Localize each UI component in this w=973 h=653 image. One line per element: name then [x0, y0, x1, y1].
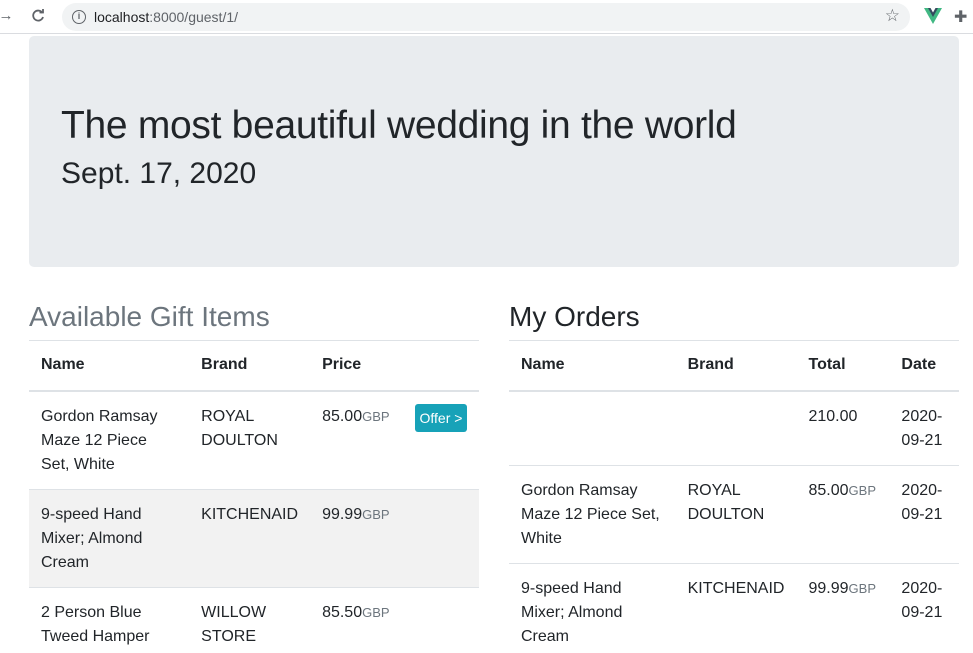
- table-row: 2 Person Blue Tweed Hamper WILLOW STORE …: [29, 586, 479, 653]
- my-orders-table: Name Brand Total Date 210.00 2020-09-21 …: [509, 340, 959, 653]
- price-value: 99.99: [322, 505, 363, 523]
- table-row: 210.00 2020-09-21: [509, 390, 959, 465]
- order-name: Gordon Ramsay Maze 12 Piece Set, White: [509, 464, 676, 563]
- order-brand: KITCHENAID: [675, 562, 797, 653]
- table-row: 9-speed Hand Mixer; Almond Cream KITCHEN…: [509, 562, 959, 653]
- gift-action: [402, 586, 479, 653]
- url-path: :8000/guest/1/: [149, 9, 239, 25]
- gift-name: Gordon Ramsay Maze 12 Piece Set, White: [29, 390, 190, 489]
- my-orders-heading: My Orders: [509, 301, 640, 332]
- gift-price: 85.50GBP: [310, 586, 403, 653]
- order-name: 9-speed Hand Mixer; Almond Cream: [509, 562, 676, 653]
- gift-name: 2 Person Blue Tweed Hamper: [29, 586, 190, 653]
- reload-icon[interactable]: [28, 6, 48, 26]
- order-total: 99.99GBP: [796, 562, 890, 653]
- order-date: 2020-09-21: [889, 390, 959, 465]
- column-header-name: Name: [29, 340, 190, 392]
- column-header-name: Name: [509, 340, 676, 392]
- column-header-price: Price: [310, 340, 403, 392]
- extensions-puzzle-icon[interactable]: ✚: [954, 7, 967, 27]
- order-brand: ROYAL DOULTON: [675, 464, 797, 563]
- my-orders-section: My Orders Name Brand Total Date 210.00 2…: [509, 298, 959, 653]
- back-arrow-icon[interactable]: →: [0, 6, 16, 26]
- table-header-row: Name Brand Total Date: [509, 340, 959, 392]
- currency-label: GBP: [362, 604, 390, 620]
- table-header-row: Name Brand Price: [29, 340, 479, 392]
- price-value: 85.00: [322, 407, 363, 425]
- gift-items-table: Name Brand Price Gordon Ramsay Maze 12 P…: [29, 340, 479, 653]
- table-row: Gordon Ramsay Maze 12 Piece Set, White R…: [509, 464, 959, 563]
- gift-price: 99.99GBP: [310, 488, 403, 587]
- total-value: 99.99: [808, 579, 849, 597]
- gift-action: [402, 488, 479, 587]
- gift-brand: KITCHENAID: [189, 488, 311, 587]
- url-text[interactable]: localhost:8000/guest/1/: [94, 9, 238, 25]
- order-date: 2020-09-21: [889, 562, 959, 653]
- order-total: 85.00GBP: [796, 464, 890, 563]
- column-header-brand: Brand: [675, 340, 797, 392]
- url-host: localhost: [94, 9, 150, 25]
- browser-toolbar: → i localhost:8000/guest/1/ ☆ ✚: [0, 0, 973, 34]
- info-icon[interactable]: i: [72, 10, 86, 24]
- gift-action: Offer >: [402, 390, 479, 489]
- address-bar[interactable]: i localhost:8000/guest/1/ ☆: [62, 3, 910, 31]
- order-brand: [675, 390, 797, 465]
- table-row: Gordon Ramsay Maze 12 Piece Set, White R…: [29, 390, 479, 489]
- offer-button[interactable]: Offer >: [414, 403, 467, 432]
- gift-brand: ROYAL DOULTON: [189, 390, 311, 489]
- vue-devtools-icon[interactable]: [924, 8, 942, 24]
- column-header-brand: Brand: [189, 340, 311, 392]
- total-value: 85.00: [808, 481, 849, 499]
- gift-name: 9-speed Hand Mixer; Almond Cream: [29, 488, 190, 587]
- wedding-date: Sept. 17, 2020: [61, 157, 257, 190]
- gift-items-section: Available Gift Items Name Brand Price Go…: [29, 298, 479, 653]
- currency-label: GBP: [362, 506, 390, 522]
- price-value: 85.50: [322, 603, 363, 621]
- table-row: 9-speed Hand Mixer; Almond Cream KITCHEN…: [29, 488, 479, 587]
- column-header-total: Total: [796, 340, 890, 392]
- star-icon[interactable]: ☆: [885, 6, 900, 26]
- gift-items-heading: Available Gift Items: [29, 301, 270, 332]
- gift-brand: WILLOW STORE: [189, 586, 311, 653]
- order-date: 2020-09-21: [889, 464, 959, 563]
- order-total: 210.00: [796, 390, 890, 465]
- wedding-title: The most beautiful wedding in the world: [61, 104, 737, 147]
- column-header-action: [402, 340, 479, 392]
- currency-label: GBP: [848, 482, 876, 498]
- currency-label: GBP: [362, 408, 390, 424]
- order-name: [509, 390, 676, 465]
- currency-label: GBP: [848, 580, 876, 596]
- gift-price: 85.00GBP: [310, 390, 403, 489]
- column-header-date: Date: [889, 340, 959, 392]
- wedding-header: The most beautiful wedding in the world …: [29, 36, 959, 267]
- total-value: 210.00: [808, 407, 858, 425]
